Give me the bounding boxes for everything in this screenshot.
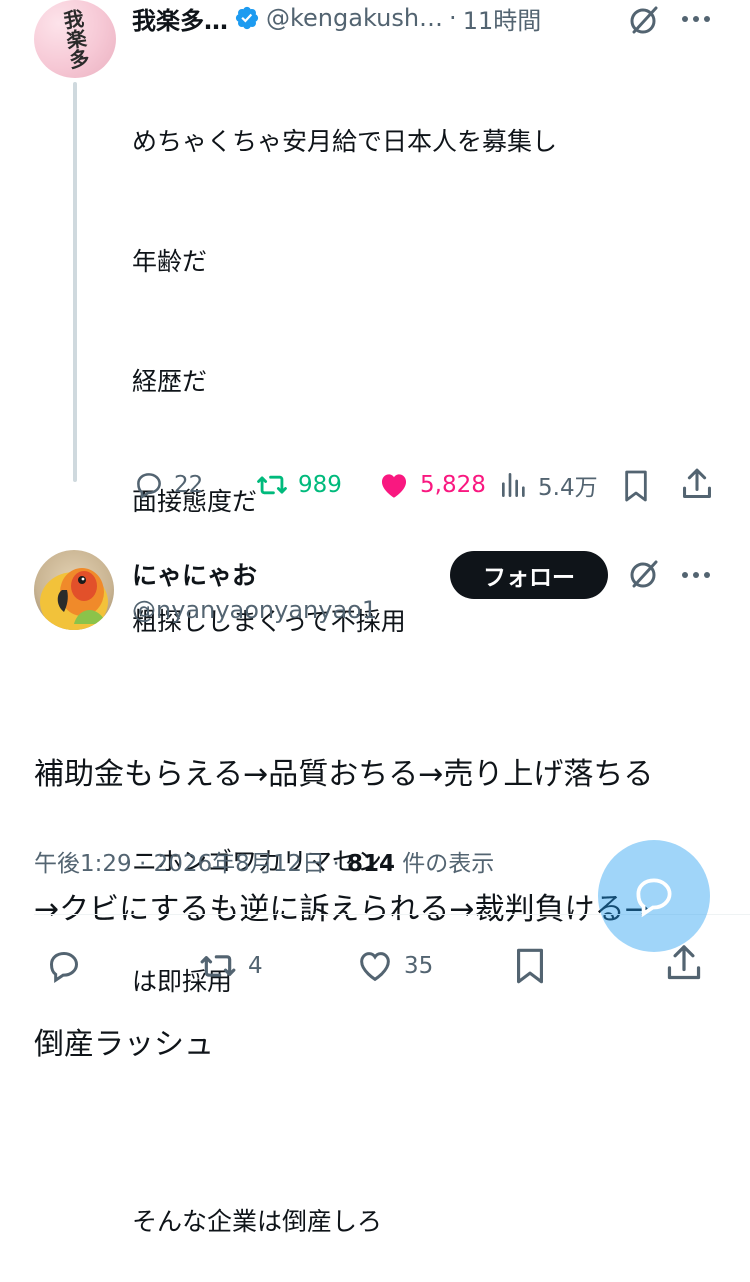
verified-badge-icon [235,6,259,30]
bookmark-icon[interactable] [512,946,548,986]
views-icon [502,473,525,497]
retweet-icon [200,955,236,977]
like-count: 35 [404,953,434,979]
parent-avatar[interactable]: 我楽多 [34,0,116,78]
reply-icon [137,473,161,500]
thread-connector-line [73,82,77,482]
follow-button[interactable]: フォロー [450,551,608,599]
reply-button[interactable] [44,946,84,986]
avatar-logo-text: 我楽多 [58,7,92,71]
main-avatar[interactable] [34,550,114,630]
like-button[interactable]: 35 [354,946,433,986]
post-time[interactable]: 午後1:29 [34,851,132,877]
parent-like-button[interactable]: 5,828 [376,468,486,502]
grok-icon[interactable] [626,2,662,38]
text-line: 年齢だ [132,247,208,276]
text-line: 経歴だ [132,367,208,396]
retweet-icon [257,475,287,495]
reply-icon [49,951,79,983]
parrot-avatar-image [40,568,108,630]
parent-display-name[interactable]: 我楽多… [132,1,228,36]
separator-dot: · [138,851,147,877]
compose-reply-button[interactable] [598,840,710,952]
retweet-count: 989 [298,472,342,498]
text-line: めちゃくちゃ安月給で日本人を募集し [132,127,558,156]
views-label: 件の表示 [402,851,495,877]
parent-timestamp[interactable]: 11時間 [463,1,542,36]
separator-dot: · [449,4,457,32]
grok-icon[interactable] [626,556,662,592]
text-line: →クビにするも逆に訴えられる→裁判負ける→ [34,892,650,927]
parent-views-button[interactable]: 5.4万 [498,468,598,502]
more-icon[interactable] [678,4,714,34]
separator-dot: · [332,851,340,877]
text-line: 補助金もらえる→品質おちる→売り上げ落ちる [34,757,654,792]
reply-count: 22 [174,472,204,498]
parent-handle[interactable]: @kengakush… [266,4,443,32]
tweet-meta: 午後1:29 · 2026年8月12日 · 814 件の表示 [34,844,494,878]
retweet-count: 4 [248,953,263,979]
heart-icon [360,952,390,982]
share-icon[interactable] [680,466,714,502]
heart-icon [381,474,407,498]
main-display-name[interactable]: にゃにゃお [132,556,257,592]
main-tweet-text: 補助金もらえる→品質おちる→売り上げ落ちる →クビにするも逆に訴えられる→裁判負… [34,662,653,1112]
like-count: 5,828 [420,472,486,498]
retweet-button[interactable]: 4 [196,946,263,986]
parent-reply-button[interactable]: 22 [132,468,203,502]
parent-retweet-button[interactable]: 989 [254,468,342,502]
bookmark-icon[interactable] [622,468,650,504]
views-count: 5.4万 [538,475,598,501]
parent-tweet-header: 我楽多… @kengakush… · 11時間 [132,1,542,36]
more-icon[interactable] [678,560,714,590]
post-date[interactable]: 2026年8月12日 [154,851,325,877]
views-count: 814 [346,851,395,877]
main-handle[interactable]: @nyanyaonyanyao1 [132,596,377,624]
compose-icon [636,878,672,918]
text-line: そんな企業は倒産しろ [132,1207,383,1236]
text-line: 倒産ラッシュ [34,1027,214,1062]
